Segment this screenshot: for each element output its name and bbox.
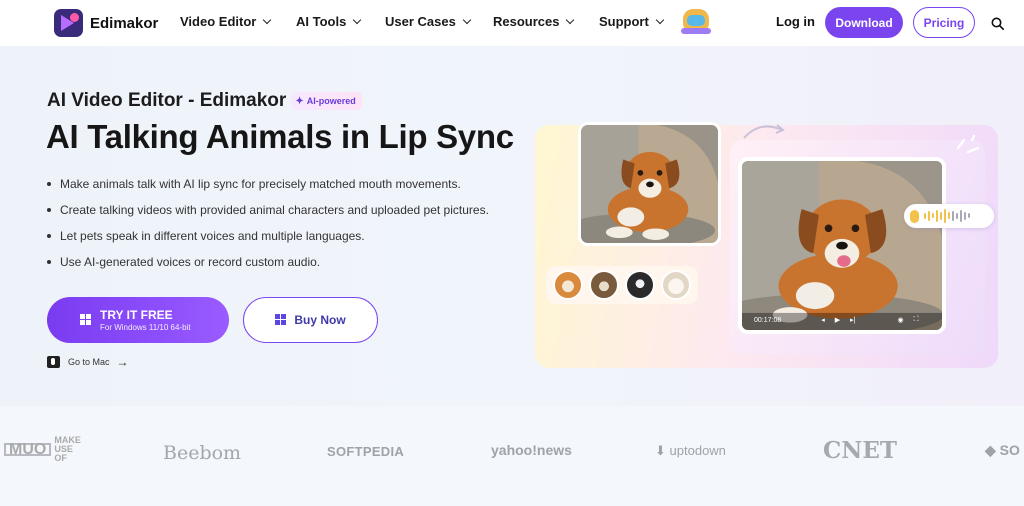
nav-menu-video-editor[interactable]: Video Editor [180, 14, 272, 29]
avatar-corgi[interactable] [553, 270, 583, 300]
top-nav: Edimakor Video Editor AI Tools User Case… [0, 0, 1024, 46]
chevron-down-icon [655, 15, 665, 24]
nav-menu-label: AI Tools [296, 14, 347, 29]
try-button-label: TRY IT FREE [100, 307, 173, 322]
feature-list: Make animals talk with AI lip sync for p… [47, 176, 489, 280]
arrow-right-icon: → [116, 355, 129, 369]
sparkle-icon: ✦ [295, 95, 304, 107]
hero-subtitle-row: AI Video Editor - Edimakor ✦ AI-powered [47, 90, 362, 112]
mascot-icon[interactable] [681, 6, 711, 38]
chevron-down-icon [263, 15, 272, 24]
nav-menu-label: User Cases [385, 14, 456, 29]
nav-menu-label: Support [599, 14, 649, 29]
login-link[interactable]: Log in [776, 14, 815, 29]
buy-now-button[interactable]: Buy Now [243, 297, 378, 343]
ai-powered-badge: ✦ AI-powered [291, 92, 362, 110]
camera-icon[interactable]: ◉ [898, 316, 904, 324]
animal-character-picker [546, 266, 698, 304]
download-button[interactable]: Download [825, 7, 903, 38]
page-title: AI Talking Animals in Lip Sync [46, 118, 514, 155]
mac-finder-icon [47, 356, 60, 368]
brand-logo[interactable]: Edimakor [54, 9, 158, 37]
nav-menu-resources[interactable]: Resources [493, 14, 575, 29]
diamond-logo-icon: ◆ [985, 442, 996, 458]
try-it-free-button[interactable]: TRY IT FREE For Windows 11/10 64-bit [47, 297, 229, 343]
nav-menu-user-cases[interactable]: User Cases [385, 14, 472, 29]
windows-icon [80, 314, 92, 326]
curved-arrow-icon [743, 124, 785, 139]
go-to-mac-label: Go to Mac [68, 357, 110, 367]
feature-item: Use AI-generated voices or record custom… [47, 254, 489, 280]
play-icon[interactable]: ▶ [835, 316, 840, 324]
press-logo-partial: ◆ SO [985, 442, 1020, 458]
windows-icon [275, 314, 287, 326]
feature-item: Create talking videos with provided anim… [47, 202, 489, 228]
press-logo-beebom: Beebom [163, 442, 242, 464]
dog-video-player[interactable]: 00:17:08 ◂ ▶ ▸| ◉ ⛶ [738, 157, 946, 334]
nav-menu-label: Resources [493, 14, 560, 29]
press-logos-strip: MUOMAKE USE OF Beebom SOFTPEDIA yahoo!ne… [0, 406, 1024, 506]
nav-menu-ai-tools[interactable]: AI Tools [296, 14, 362, 29]
try-button-sublabel: For Windows 11/10 64-bit [100, 322, 191, 332]
press-logo-makeuseof: MUOMAKE USE OF [4, 436, 84, 463]
chevron-down-icon [566, 15, 575, 24]
fullscreen-icon[interactable]: ⛶ [914, 316, 919, 324]
brand-name: Edimakor [90, 14, 159, 32]
hero-subtitle: AI Video Editor - Edimakor [47, 90, 287, 111]
uptodown-arrow-icon: ⬇ [655, 443, 666, 458]
dog-image [581, 125, 718, 243]
press-logo-yahoo-news: yahoo!news [491, 442, 572, 458]
ai-badge-label: AI-powered [306, 96, 356, 106]
hero-illustration: 00:17:08 ◂ ▶ ▸| ◉ ⛶ [535, 116, 998, 368]
pricing-button[interactable]: Pricing [913, 7, 975, 38]
press-logo-uptodown: ⬇ uptodown [655, 443, 726, 458]
volume-icon[interactable]: ◂ [821, 316, 825, 324]
avatar-cat[interactable] [589, 270, 619, 300]
chevron-down-icon [353, 15, 362, 24]
audio-waveform [904, 204, 994, 228]
dog-photo-original [578, 122, 721, 246]
player-time: 00:17:08 [754, 316, 782, 324]
press-logo-cnet: CNET [823, 437, 897, 464]
player-controls: 00:17:08 ◂ ▶ ▸| ◉ ⛶ [746, 312, 938, 328]
nav-menu-label: Video Editor [180, 14, 257, 29]
chevron-down-icon [462, 15, 472, 24]
search-icon[interactable] [991, 17, 1004, 30]
avatar-raccoon[interactable] [625, 270, 655, 300]
next-icon[interactable]: ▸| [850, 316, 855, 324]
nav-menu-support[interactable]: Support [599, 14, 665, 29]
feature-item: Make animals talk with AI lip sync for p… [47, 176, 489, 202]
waveform-bars [924, 207, 972, 225]
avatar-white-cat[interactable] [661, 270, 691, 300]
dog-video-frame [742, 161, 942, 330]
feature-item: Let pets speak in different voices and m… [47, 228, 489, 254]
buy-button-label: Buy Now [294, 313, 346, 327]
edimakor-logo-icon [54, 9, 83, 37]
microphone-icon [910, 209, 919, 223]
sparkle-lines-icon [956, 134, 980, 154]
press-logo-softpedia: SOFTPEDIA [327, 444, 405, 459]
go-to-mac-link[interactable]: Go to Mac → [47, 355, 129, 369]
